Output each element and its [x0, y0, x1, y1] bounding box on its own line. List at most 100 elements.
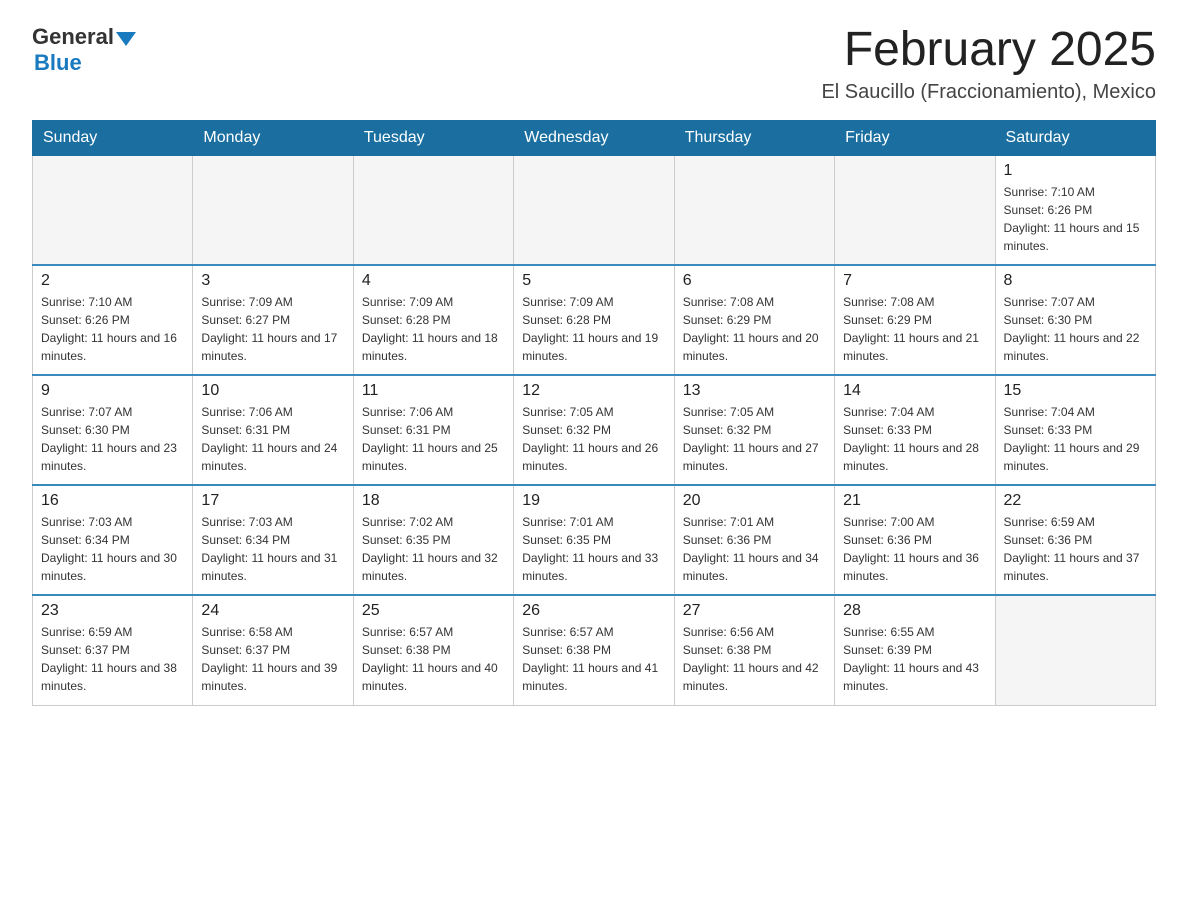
calendar-cell [674, 155, 834, 265]
day-number: 28 [843, 602, 986, 620]
calendar-cell: 25 Sunrise: 6:57 AMSunset: 6:38 PMDayligh… [353, 595, 513, 705]
calendar-header: Sunday Monday Tuesday Wednesday Thursday… [33, 120, 1156, 155]
calendar-cell: 19Sunrise: 7:01 AMSunset: 6:35 PMDayligh… [514, 485, 674, 595]
calendar-cell: 9 Sunrise: 7:07 AMSunset: 6:30 PMDaylight… [33, 375, 193, 485]
day-info: Sunrise: 7:07 AMSunset: 6:30 PMDaylight:… [1004, 293, 1147, 365]
day-number: 7 [843, 272, 986, 290]
day-info: Sunrise: 7:08 AMSunset: 6:29 PMDaylight:… [683, 293, 826, 365]
calendar-cell: 5 Sunrise: 7:09 AMSunset: 6:28 PMDaylight… [514, 265, 674, 375]
calendar-table: Sunday Monday Tuesday Wednesday Thursday… [32, 120, 1156, 706]
day-number: 23 [41, 602, 184, 620]
calendar-cell: 26 Sunrise: 6:57 AMSunset: 6:38 PMDayligh… [514, 595, 674, 705]
calendar-cell: 1Sunrise: 7:10 AMSunset: 6:26 PMDaylight… [995, 155, 1155, 265]
calendar-cell: 13 Sunrise: 7:05 AMSunset: 6:32 PMDayligh… [674, 375, 834, 485]
day-info: Sunrise: 7:10 AMSunset: 6:26 PMDaylight:… [1004, 183, 1147, 255]
col-monday: Monday [193, 120, 353, 155]
day-info: Sunrise: 6:55 AMSunset: 6:39 PMDaylight:… [843, 623, 986, 695]
calendar-row: 1Sunrise: 7:10 AMSunset: 6:26 PMDaylight… [33, 155, 1156, 265]
day-number: 16 [41, 492, 184, 510]
col-wednesday: Wednesday [514, 120, 674, 155]
day-number: 6 [683, 272, 826, 290]
day-number: 8 [1004, 272, 1147, 290]
day-info: Sunrise: 6:59 AMSunset: 6:36 PMDaylight:… [1004, 513, 1147, 585]
calendar-cell: 16Sunrise: 7:03 AMSunset: 6:34 PMDayligh… [33, 485, 193, 595]
logo-blue-text: Blue [34, 50, 82, 76]
title-block: February 2025 El Saucillo (Fraccionamien… [821, 24, 1156, 104]
calendar-cell: 23 Sunrise: 6:59 AMSunset: 6:37 PMDayligh… [33, 595, 193, 705]
day-number: 11 [362, 382, 505, 400]
day-number: 17 [201, 492, 344, 510]
calendar-row: 2Sunrise: 7:10 AMSunset: 6:26 PMDaylight… [33, 265, 1156, 375]
col-saturday: Saturday [995, 120, 1155, 155]
calendar-cell [353, 155, 513, 265]
day-info: Sunrise: 7:09 AMSunset: 6:28 PMDaylight:… [522, 293, 665, 365]
calendar-cell: 20 Sunrise: 7:01 AMSunset: 6:36 PMDayligh… [674, 485, 834, 595]
day-number: 20 [683, 492, 826, 510]
day-info: Sunrise: 7:05 AMSunset: 6:32 PMDaylight:… [683, 403, 826, 475]
calendar-cell: 15 Sunrise: 7:04 AMSunset: 6:33 PMDayligh… [995, 375, 1155, 485]
day-number: 18 [362, 492, 505, 510]
calendar-cell: 22 Sunrise: 6:59 AMSunset: 6:36 PMDayligh… [995, 485, 1155, 595]
day-number: 25 [362, 602, 505, 620]
calendar-row: 9 Sunrise: 7:07 AMSunset: 6:30 PMDaylight… [33, 375, 1156, 485]
calendar-body: 1Sunrise: 7:10 AMSunset: 6:26 PMDaylight… [33, 155, 1156, 705]
day-number: 13 [683, 382, 826, 400]
day-info: Sunrise: 7:08 AMSunset: 6:29 PMDaylight:… [843, 293, 986, 365]
day-info: Sunrise: 7:00 AMSunset: 6:36 PMDaylight:… [843, 513, 986, 585]
col-thursday: Thursday [674, 120, 834, 155]
calendar-cell: 21 Sunrise: 7:00 AMSunset: 6:36 PMDayligh… [835, 485, 995, 595]
day-info: Sunrise: 7:07 AMSunset: 6:30 PMDaylight:… [41, 403, 184, 475]
calendar-cell: 27 Sunrise: 6:56 AMSunset: 6:38 PMDayligh… [674, 595, 834, 705]
calendar-cell [33, 155, 193, 265]
day-info: Sunrise: 6:58 AMSunset: 6:37 PMDaylight:… [201, 623, 344, 695]
day-info: Sunrise: 7:09 AMSunset: 6:28 PMDaylight:… [362, 293, 505, 365]
day-info: Sunrise: 7:06 AMSunset: 6:31 PMDaylight:… [362, 403, 505, 475]
day-info: Sunrise: 7:04 AMSunset: 6:33 PMDaylight:… [843, 403, 986, 475]
day-info: Sunrise: 6:57 AMSunset: 6:38 PMDaylight:… [362, 623, 505, 695]
day-number: 5 [522, 272, 665, 290]
day-number: 14 [843, 382, 986, 400]
day-number: 21 [843, 492, 986, 510]
calendar-cell: 10Sunrise: 7:06 AMSunset: 6:31 PMDayligh… [193, 375, 353, 485]
day-number: 22 [1004, 492, 1147, 510]
day-info: Sunrise: 7:03 AMSunset: 6:34 PMDaylight:… [201, 513, 344, 585]
day-number: 12 [522, 382, 665, 400]
day-info: Sunrise: 7:01 AMSunset: 6:36 PMDaylight:… [683, 513, 826, 585]
month-title: February 2025 [821, 24, 1156, 77]
calendar-cell: 18 Sunrise: 7:02 AMSunset: 6:35 PMDayligh… [353, 485, 513, 595]
day-info: Sunrise: 7:10 AMSunset: 6:26 PMDaylight:… [41, 293, 184, 365]
calendar-cell: 4 Sunrise: 7:09 AMSunset: 6:28 PMDaylight… [353, 265, 513, 375]
calendar-cell: 8 Sunrise: 7:07 AMSunset: 6:30 PMDaylight… [995, 265, 1155, 375]
calendar-cell: 6 Sunrise: 7:08 AMSunset: 6:29 PMDaylight… [674, 265, 834, 375]
day-number: 15 [1004, 382, 1147, 400]
calendar-cell: 14 Sunrise: 7:04 AMSunset: 6:33 PMDayligh… [835, 375, 995, 485]
calendar-cell: 12Sunrise: 7:05 AMSunset: 6:32 PMDayligh… [514, 375, 674, 485]
logo-arrow-icon [116, 32, 136, 46]
calendar-cell: 3Sunrise: 7:09 AMSunset: 6:27 PMDaylight… [193, 265, 353, 375]
day-info: Sunrise: 7:01 AMSunset: 6:35 PMDaylight:… [522, 513, 665, 585]
calendar-cell: 17 Sunrise: 7:03 AMSunset: 6:34 PMDayligh… [193, 485, 353, 595]
header-row: Sunday Monday Tuesday Wednesday Thursday… [33, 120, 1156, 155]
calendar-cell: 24Sunrise: 6:58 AMSunset: 6:37 PMDayligh… [193, 595, 353, 705]
logo: General Blue [32, 24, 136, 76]
day-info: Sunrise: 7:04 AMSunset: 6:33 PMDaylight:… [1004, 403, 1147, 475]
col-friday: Friday [835, 120, 995, 155]
calendar-cell: 11 Sunrise: 7:06 AMSunset: 6:31 PMDayligh… [353, 375, 513, 485]
calendar-cell: 2Sunrise: 7:10 AMSunset: 6:26 PMDaylight… [33, 265, 193, 375]
calendar-cell: 28 Sunrise: 6:55 AMSunset: 6:39 PMDayligh… [835, 595, 995, 705]
page-header: General Blue February 2025 El Saucillo (… [32, 24, 1156, 104]
day-number: 27 [683, 602, 826, 620]
logo-top: General [32, 24, 136, 50]
calendar-row: 23 Sunrise: 6:59 AMSunset: 6:37 PMDayligh… [33, 595, 1156, 705]
day-info: Sunrise: 6:57 AMSunset: 6:38 PMDaylight:… [522, 623, 665, 695]
day-number: 4 [362, 272, 505, 290]
day-info: Sunrise: 6:59 AMSunset: 6:37 PMDaylight:… [41, 623, 184, 695]
day-info: Sunrise: 7:02 AMSunset: 6:35 PMDaylight:… [362, 513, 505, 585]
location-subtitle: El Saucillo (Fraccionamiento), Mexico [821, 81, 1156, 104]
day-info: Sunrise: 7:09 AMSunset: 6:27 PMDaylight:… [201, 293, 344, 365]
day-info: Sunrise: 6:56 AMSunset: 6:38 PMDaylight:… [683, 623, 826, 695]
day-number: 26 [522, 602, 665, 620]
day-number: 9 [41, 382, 184, 400]
calendar-row: 16 Sunrise: 7:03 AMSunset: 6:34 PMDayligh… [33, 485, 1156, 595]
calendar-cell [995, 595, 1155, 705]
